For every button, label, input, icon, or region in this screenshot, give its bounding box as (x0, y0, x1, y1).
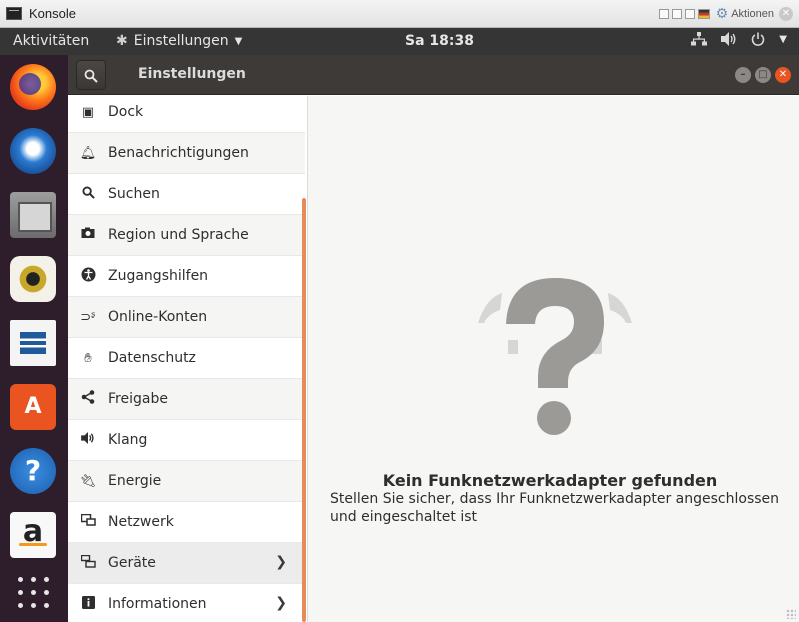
accessibility-icon (68, 267, 108, 286)
chevron-right-icon: ❯ (275, 595, 287, 611)
actions-button[interactable]: Aktionen (731, 8, 774, 20)
maximize-button[interactable]: □ (755, 67, 771, 83)
flag-icon[interactable] (697, 9, 710, 19)
chevron-down-icon: ▼ (779, 33, 787, 45)
clock[interactable]: Sa 18:38 (405, 33, 474, 49)
search-button[interactable] (76, 60, 106, 90)
content-headerbar: – □ ✕ (308, 55, 799, 95)
app-menu-button[interactable]: ✱ Einstellungen ▼ (116, 33, 242, 49)
sidebar-item-online-accounts[interactable]: ⊃ᶳ Online-Konten (68, 297, 305, 338)
resize-grip[interactable] (786, 609, 796, 619)
close-icon[interactable]: ✕ (779, 7, 793, 21)
question-mark-icon (472, 276, 638, 438)
sidebar-item-label: Informationen (108, 596, 207, 612)
top-panel: Aktivitäten ✱ Einstellungen ▼ Sa 18:38 ▼ (0, 28, 799, 55)
sidebar-item-label: Datenschutz (108, 350, 196, 366)
dock-icon: ▣ (81, 104, 95, 120)
maximize-icon[interactable] (684, 9, 695, 19)
chevron-down-icon: ▼ (234, 35, 243, 47)
minimize-icon[interactable] (671, 9, 682, 19)
sidebar-item-label: Geräte (108, 555, 156, 571)
settings-app-icon: ✱ (116, 33, 128, 49)
sidebar-item-label: Region und Sprache (108, 227, 249, 243)
chevron-right-icon: ❯ (275, 554, 287, 570)
host-titlebar: Konsole ⚙ Aktionen ✕ (0, 0, 799, 28)
firefox-icon[interactable] (10, 64, 56, 110)
sidebar-item-label: Zugangshilfen (108, 268, 209, 284)
sidebar-item-search[interactable]: Suchen (68, 174, 305, 215)
amazon-icon[interactable]: a (10, 512, 56, 558)
thunderbird-icon[interactable] (10, 128, 56, 174)
ubuntu-software-icon[interactable]: A (10, 384, 56, 430)
network-wired-icon (691, 32, 708, 46)
sidebar-item-label: Benachrichtigungen (108, 145, 249, 161)
sidebar-item-dock[interactable]: ▣ Dock (68, 96, 305, 133)
hand-icon: ✋︎ (84, 350, 92, 366)
online-accounts-icon: ⊃ᶳ (80, 309, 96, 325)
minimize-button[interactable]: – (735, 67, 751, 83)
info-icon (68, 595, 108, 613)
host-window-controls: ⚙ Aktionen ✕ (658, 6, 793, 22)
sidebar-item-details[interactable]: Informationen ❯ (68, 584, 305, 622)
sidebar-item-label: Online-Konten (108, 309, 208, 325)
sidebar-item-notifications[interactable]: 🔔︎ Benachrichtigungen (68, 133, 305, 174)
sidebar-item-label: Netzwerk (108, 514, 174, 530)
app-menu-label: Einstellungen (133, 33, 229, 49)
gear-icon[interactable]: ⚙ (716, 7, 729, 21)
sidebar-item-privacy[interactable]: ✋︎ Datenschutz (68, 338, 305, 379)
rhythmbox-icon[interactable] (10, 256, 56, 302)
dock: A ? a (0, 55, 68, 622)
sidebar-headerbar: Einstellungen (68, 55, 308, 95)
speaker-icon (68, 432, 108, 448)
settings-sidebar: ▣ Dock 🔔︎ Benachrichtigungen Suchen Regi… (68, 96, 308, 622)
status-area[interactable]: ▼ (691, 32, 787, 46)
activities-button[interactable]: Aktivitäten (13, 33, 89, 49)
empty-state-description: Stellen Sie sicher, dass Ihr Funknetzwer… (330, 491, 780, 525)
sidebar-item-region[interactable]: Region und Sprache (68, 215, 305, 256)
empty-state-title: Kein Funknetzwerkadapter gefunden (382, 471, 718, 490)
camera-icon (68, 227, 108, 243)
power-plug-icon: 🔌︎ (79, 473, 97, 489)
search-icon (84, 69, 98, 83)
devices-icon (68, 554, 108, 572)
close-button[interactable]: ✕ (775, 67, 791, 83)
help-icon[interactable]: ? (10, 448, 56, 494)
network-icon (68, 513, 108, 531)
sidebar-item-network[interactable]: Netzwerk (68, 502, 305, 543)
sidebar-item-label: Dock (108, 104, 144, 120)
sidebar-item-label: Freigabe (108, 391, 168, 407)
search-icon (68, 185, 108, 203)
sidebar-item-devices[interactable]: Geräte ❯ (68, 543, 305, 584)
volume-icon (721, 32, 736, 46)
show-applications-icon[interactable] (18, 577, 50, 609)
power-icon (752, 32, 765, 46)
window-controls: – □ ✕ (735, 67, 791, 83)
sidebar-item-sound[interactable]: Klang (68, 420, 305, 461)
sidebar-item-power[interactable]: 🔌︎ Energie (68, 461, 305, 502)
share-icon (68, 390, 108, 408)
terminal-icon (6, 7, 22, 20)
sidebar-item-label: Energie (108, 473, 162, 489)
sidebar-scrollbar[interactable] (302, 198, 306, 622)
sidebar-item-label: Klang (108, 432, 148, 448)
bell-icon: 🔔︎ (79, 145, 97, 161)
page-title: Einstellungen (138, 66, 246, 82)
files-icon[interactable] (10, 192, 56, 238)
sidebar-item-accessibility[interactable]: Zugangshilfen (68, 256, 305, 297)
host-window-title: Konsole (29, 6, 76, 21)
sidebar-item-sharing[interactable]: Freigabe (68, 379, 305, 420)
sidebar-item-label: Suchen (108, 186, 160, 202)
libreoffice-writer-icon[interactable] (10, 320, 56, 366)
restore-icon[interactable] (658, 9, 669, 19)
